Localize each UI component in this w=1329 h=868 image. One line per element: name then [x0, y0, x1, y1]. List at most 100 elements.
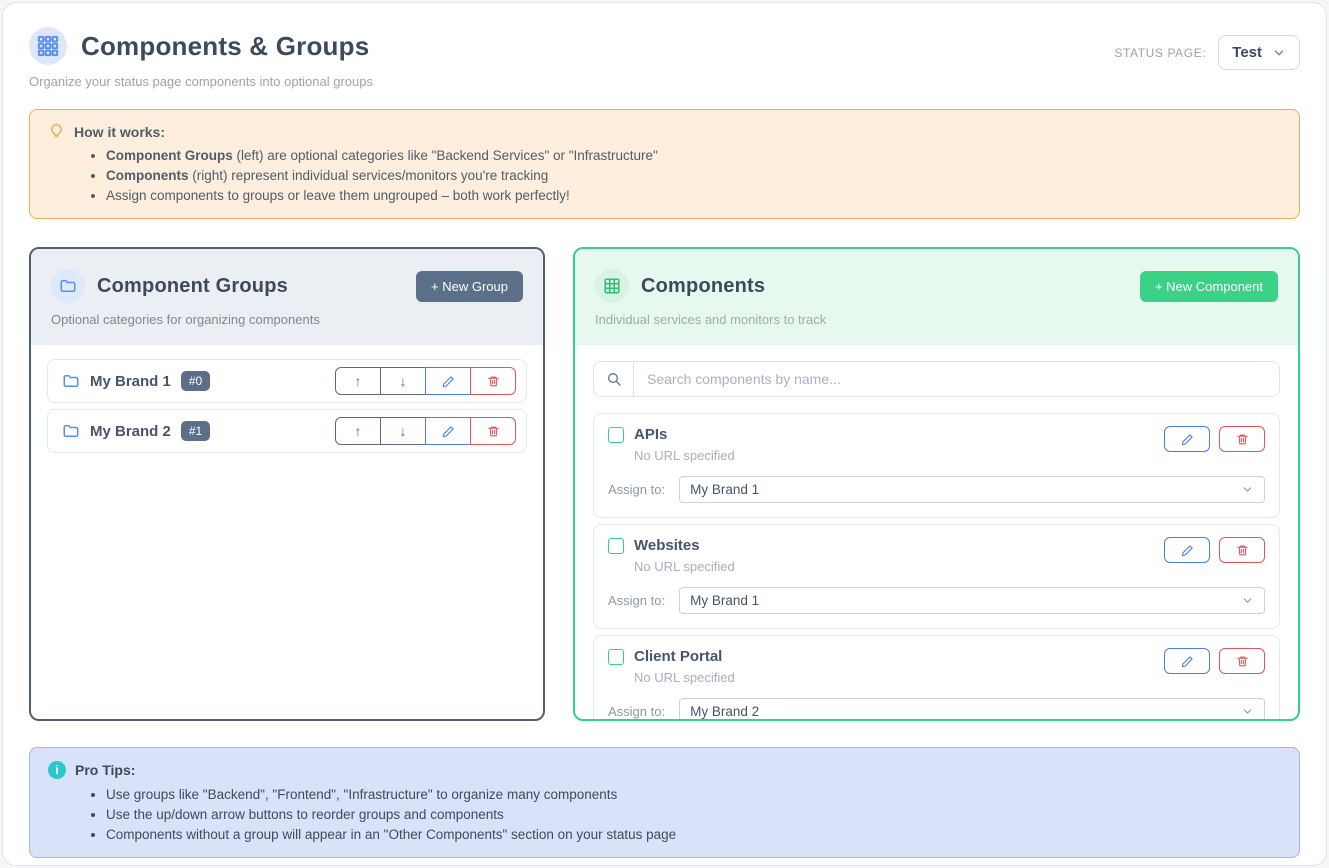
trash-icon: [1236, 655, 1249, 668]
trash-icon: [487, 425, 500, 438]
lightbulb-icon: [48, 123, 65, 140]
pro-tips-box: i Pro Tips: Use groups like "Backend", "…: [29, 747, 1300, 858]
trash-icon: [487, 375, 500, 388]
search-input[interactable]: [634, 362, 1279, 396]
page-header: Components & Groups Organize your status…: [29, 27, 1300, 89]
pro-tips-list: Use groups like "Backend", "Frontend", "…: [106, 787, 1281, 842]
pencil-icon: [1181, 433, 1194, 446]
assign-to-label: Assign to:: [608, 593, 665, 608]
panels-row: Component Groups + New Group Optional ca…: [29, 247, 1300, 721]
pro-tips-item: Use groups like "Backend", "Frontend", "…: [106, 787, 1281, 802]
move-group-down-button[interactable]: ↓: [380, 417, 426, 445]
info-icon: i: [48, 761, 66, 779]
components-panel: Components + New Component Individual se…: [573, 247, 1300, 721]
group-actions: ↑ ↓: [335, 367, 516, 395]
move-group-down-button[interactable]: ↓: [380, 367, 426, 395]
component-actions: [1164, 648, 1265, 674]
components-title: Components: [641, 275, 765, 298]
delete-component-button[interactable]: [1219, 537, 1265, 563]
edit-component-button[interactable]: [1164, 537, 1210, 563]
group-order-badge: #0: [181, 371, 210, 391]
pro-tips-item: Use the up/down arrow buttons to reorder…: [106, 807, 1281, 822]
page-title: Components & Groups: [81, 31, 369, 62]
chevron-down-icon: [1241, 483, 1254, 496]
pencil-icon: [442, 425, 455, 438]
delete-group-button[interactable]: [470, 367, 516, 395]
how-it-works-box: How it works: Component Groups (left) ar…: [29, 109, 1300, 219]
component-checkbox[interactable]: [608, 649, 624, 665]
page: Components & Groups Organize your status…: [2, 2, 1327, 866]
component-groups-header: Component Groups + New Group Optional ca…: [31, 249, 543, 345]
status-page-picker: STATUS PAGE: Test: [1114, 35, 1300, 70]
group-actions: ↑ ↓: [335, 417, 516, 445]
group-order-badge: #1: [181, 421, 210, 441]
group-name: My Brand 2: [90, 423, 171, 440]
header-left: Components & Groups Organize your status…: [29, 27, 373, 89]
edit-group-button[interactable]: [425, 367, 471, 395]
assign-group-select[interactable]: My Brand 2: [679, 698, 1265, 721]
delete-component-button[interactable]: [1219, 426, 1265, 452]
folder-icon: [62, 372, 80, 390]
component-url-text: No URL specified: [634, 448, 735, 463]
component-card: APIs No URL specified Assign to: My Bran…: [593, 413, 1280, 518]
pro-tips-title: Pro Tips:: [75, 762, 135, 778]
group-row: My Brand 2 #1 ↑ ↓: [47, 409, 527, 453]
group-name: My Brand 1: [90, 373, 171, 390]
how-it-works-title: How it works:: [74, 124, 165, 140]
assign-group-select[interactable]: My Brand 1: [679, 587, 1265, 614]
assigned-group-value: My Brand 2: [690, 704, 759, 719]
status-page-select[interactable]: Test: [1218, 35, 1300, 70]
pencil-icon: [1181, 655, 1194, 668]
new-component-button[interactable]: + New Component: [1140, 271, 1278, 302]
components-header: Components + New Component Individual se…: [575, 249, 1298, 345]
assigned-group-value: My Brand 1: [690, 593, 759, 608]
component-groups-subtitle: Optional categories for organizing compo…: [51, 312, 523, 327]
component-groups-title: Component Groups: [97, 275, 288, 298]
component-groups-list: My Brand 1 #0 ↑ ↓ My Brand 2 #1: [31, 345, 543, 719]
trash-icon: [1236, 544, 1249, 557]
component-groups-panel: Component Groups + New Group Optional ca…: [29, 247, 545, 721]
search-icon: [594, 362, 634, 396]
component-name: APIs: [634, 426, 667, 443]
component-name: Client Portal: [634, 648, 722, 665]
component-checkbox[interactable]: [608, 427, 624, 443]
component-actions: [1164, 426, 1265, 452]
status-page-value: Test: [1232, 44, 1262, 61]
table-grid-icon: [595, 269, 629, 303]
pencil-icon: [442, 375, 455, 388]
assign-to-label: Assign to:: [608, 482, 665, 497]
component-card: Websites No URL specified Assign to: My …: [593, 524, 1280, 629]
pro-tips-item: Components without a group will appear i…: [106, 827, 1281, 842]
how-it-works-item: Assign components to groups or leave the…: [106, 188, 1281, 203]
group-row: My Brand 1 #0 ↑ ↓: [47, 359, 527, 403]
component-card: Client Portal No URL specified Assign to…: [593, 635, 1280, 721]
components-grid-icon: [29, 27, 67, 65]
move-group-up-button[interactable]: ↑: [335, 417, 381, 445]
folder-icon: [51, 269, 85, 303]
components-subtitle: Individual services and monitors to trac…: [595, 312, 1278, 327]
component-actions: [1164, 537, 1265, 563]
assign-to-label: Assign to:: [608, 704, 665, 719]
chevron-down-icon: [1272, 46, 1286, 60]
new-group-button[interactable]: + New Group: [416, 271, 523, 302]
edit-component-button[interactable]: [1164, 426, 1210, 452]
component-url-text: No URL specified: [634, 670, 735, 685]
chevron-down-icon: [1241, 594, 1254, 607]
delete-group-button[interactable]: [470, 417, 516, 445]
assigned-group-value: My Brand 1: [690, 482, 759, 497]
component-name: Websites: [634, 537, 700, 554]
components-list: APIs No URL specified Assign to: My Bran…: [575, 345, 1298, 721]
component-checkbox[interactable]: [608, 538, 624, 554]
assign-group-select[interactable]: My Brand 1: [679, 476, 1265, 503]
delete-component-button[interactable]: [1219, 648, 1265, 674]
component-search: [593, 361, 1280, 397]
edit-group-button[interactable]: [425, 417, 471, 445]
component-url-text: No URL specified: [634, 559, 735, 574]
trash-icon: [1236, 433, 1249, 446]
move-group-up-button[interactable]: ↑: [335, 367, 381, 395]
folder-icon: [62, 422, 80, 440]
chevron-down-icon: [1241, 705, 1254, 718]
page-subtitle: Organize your status page components int…: [29, 74, 373, 89]
how-it-works-item: Component Groups (left) are optional cat…: [106, 148, 1281, 163]
edit-component-button[interactable]: [1164, 648, 1210, 674]
